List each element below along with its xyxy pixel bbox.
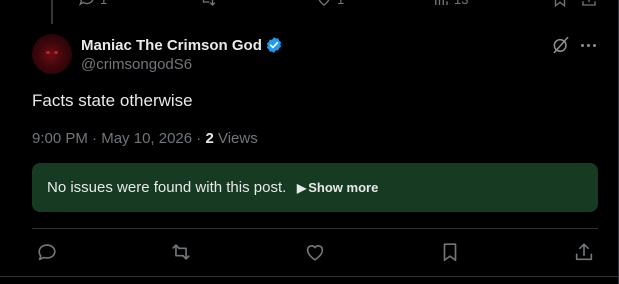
show-more-label: Show more: [308, 180, 379, 195]
bookmark-icon: [443, 243, 457, 262]
bookmark-icon: [554, 0, 566, 8]
previous-reply-count: 1: [100, 0, 107, 7]
expand-triangle-icon: ▶: [297, 180, 307, 195]
grok-button[interactable]: [551, 35, 571, 55]
share-icon: [582, 0, 596, 6]
like-icon: [318, 0, 330, 6]
repost-icon: [202, 0, 216, 6]
avatar[interactable]: [32, 34, 72, 74]
show-more-button[interactable]: ▶ Show more: [297, 180, 378, 195]
post-date[interactable]: May 10, 2026: [101, 130, 192, 147]
repost-icon: [172, 244, 190, 260]
reply-icon: [38, 244, 56, 261]
author-handle[interactable]: @crimsongodS6: [81, 56, 192, 73]
reply-button[interactable]: [36, 241, 58, 263]
views-count: 2: [205, 130, 214, 147]
community-note-box: No issues were found with this post. ▶ S…: [32, 163, 598, 212]
post-meta: 9:00 PM · May 10, 2026 · 2 Views: [32, 130, 258, 147]
author-name[interactable]: Maniac The Crimson God: [81, 37, 262, 54]
community-note-text: No issues were found with this post.: [47, 179, 287, 196]
previous-share-button[interactable]: [580, 0, 598, 8]
share-button[interactable]: [573, 241, 595, 263]
previous-views-button[interactable]: 13: [432, 0, 468, 8]
meta-separator: ·: [92, 130, 102, 147]
bookmark-button[interactable]: [439, 241, 461, 263]
post-text: Facts state otherwise: [32, 91, 193, 110]
previous-repost-button[interactable]: [199, 0, 217, 8]
verified-badge-icon[interactable]: [265, 36, 283, 54]
views-label: Views: [217, 130, 258, 147]
more-dot: [581, 44, 584, 47]
previous-post-action-bar: 1 1 13: [0, 0, 619, 10]
repost-button[interactable]: [170, 241, 192, 263]
more-dot: [587, 44, 590, 47]
previous-like-button[interactable]: 1: [315, 0, 344, 8]
like-icon: [306, 245, 324, 261]
share-icon: [575, 243, 593, 261]
avatar-eye-left: [46, 51, 50, 54]
actions-divider: [32, 228, 598, 229]
bottom-divider: [0, 276, 619, 277]
previous-bookmark-button[interactable]: [551, 0, 569, 8]
analytics-icon: [435, 0, 448, 5]
more-options-button[interactable]: [578, 35, 598, 55]
like-button[interactable]: [304, 241, 326, 263]
previous-view-count: 13: [454, 0, 468, 7]
author-name-row[interactable]: Maniac The Crimson God: [81, 36, 283, 54]
post-time[interactable]: 9:00 PM: [32, 130, 88, 147]
reply-icon: [78, 0, 94, 6]
more-dot: [593, 44, 596, 47]
previous-like-count: 1: [337, 0, 344, 7]
grok-icon: [553, 36, 569, 54]
avatar-eye-right: [54, 51, 58, 54]
previous-reply-button[interactable]: 1: [78, 0, 107, 8]
